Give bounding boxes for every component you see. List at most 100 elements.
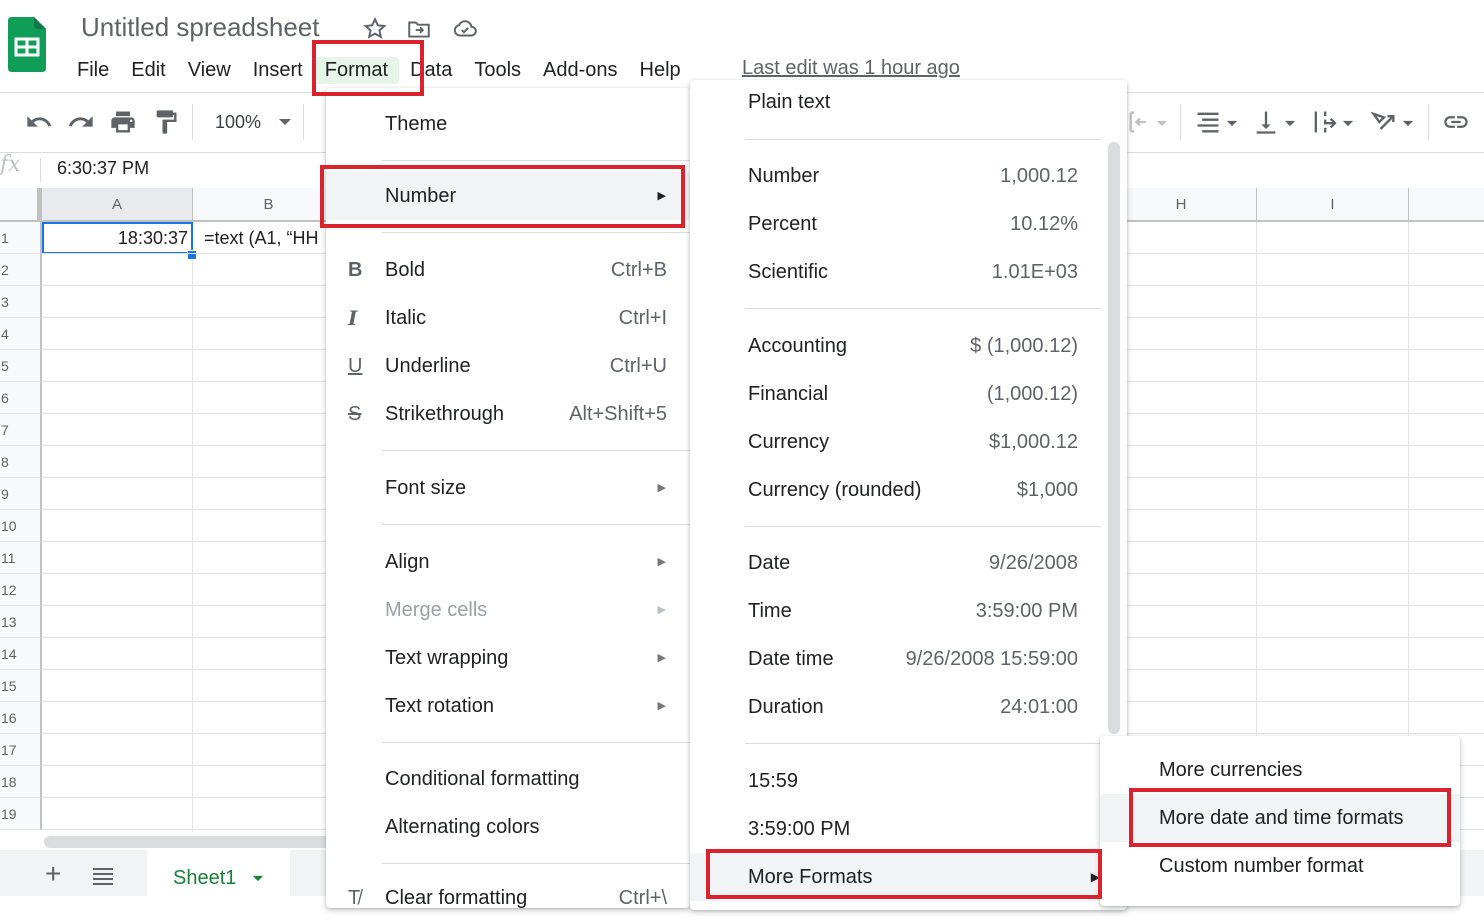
cloud-saved-icon[interactable] [452,16,478,42]
row-header[interactable]: 2 [0,254,42,286]
menu-tools[interactable]: Tools [463,57,532,84]
menu-item-text-rotation[interactable]: Text rotation ▶ [326,682,690,730]
chevron-down-icon[interactable] [1342,120,1354,127]
all-sheets-icon[interactable] [92,866,114,886]
number-item-recent-2[interactable]: 3:59:00 PM [690,805,1100,853]
vertical-align-icon[interactable] [1252,108,1280,136]
chevron-down-icon[interactable] [1402,120,1414,127]
row-header[interactable]: 17 [0,734,42,766]
row-header[interactable]: 3 [0,286,42,318]
row-header[interactable]: 19 [0,798,42,830]
menu-item-bold[interactable]: B Bold Ctrl+B [326,246,690,294]
row-header[interactable]: 18 [0,766,42,798]
column-header-h[interactable]: H [1106,188,1257,222]
row-header[interactable]: 1 [0,222,42,254]
undo-icon[interactable] [25,108,53,136]
chevron-down-icon[interactable] [278,118,292,126]
number-item-accounting[interactable]: Accounting $ (1,000.12) [690,322,1100,370]
row-header[interactable]: 12 [0,574,42,606]
more-item-currencies[interactable]: More currencies [1100,746,1460,794]
column-header-i[interactable]: I [1257,188,1409,222]
column-header-a[interactable]: A [42,188,193,222]
row-header[interactable]: 5 [0,350,42,382]
more-item-custom-number-format[interactable]: Custom number format [1100,842,1460,890]
redo-icon[interactable] [67,108,95,136]
fill-handle[interactable] [187,250,197,260]
menu-item-number[interactable]: Number ▶ [326,172,690,220]
add-sheet-button[interactable]: + [45,860,61,888]
star-icon[interactable] [362,16,388,42]
number-item-currency-rounded[interactable]: Currency (rounded) $1,000 [690,466,1100,514]
menu-item-font-size[interactable]: Font size ▶ [326,464,690,512]
number-item-date-time[interactable]: Date time 9/26/2008 15:59:00 [690,635,1100,683]
sheet-tab-sheet1[interactable]: Sheet1 [147,850,290,896]
row-header[interactable]: 16 [0,702,42,734]
row-header[interactable]: 4 [0,318,42,350]
menu-item-clear-formatting[interactable]: T̸ Clear formatting Ctrl+\ [326,874,690,922]
number-item-percent[interactable]: Percent 10.12% [690,200,1100,248]
horizontal-scrollbar[interactable] [44,836,334,848]
number-item-date[interactable]: Date 9/26/2008 [690,539,1100,587]
menu-help[interactable]: Help [629,57,692,84]
number-item-recent-1[interactable]: 15:59 [690,757,1100,805]
last-edit-link[interactable]: Last edit was 1 hour ago [742,57,960,80]
row-header[interactable]: 15 [0,670,42,702]
column-header-b[interactable]: B [193,188,345,222]
paint-format-icon[interactable] [152,108,180,136]
more-item-date-time-formats[interactable]: More date and time formats [1100,794,1460,842]
menu-item-strikethrough[interactable]: S Strikethrough Alt+Shift+5 [326,390,690,438]
number-item-time[interactable]: Time 3:59:00 PM [690,587,1100,635]
more-formats-submenu: More currencies More date and time forma… [1100,736,1460,906]
chevron-down-icon[interactable] [1226,120,1238,127]
zoom-select[interactable]: 100% [215,112,261,133]
row-header[interactable]: 13 [0,606,42,638]
row-header[interactable]: 11 [0,542,42,574]
text-wrapping-icon[interactable] [1310,108,1338,136]
submenu-scrollbar[interactable] [1108,142,1120,734]
text-direction-icon[interactable] [1126,108,1154,136]
menu-view[interactable]: View [177,57,242,84]
menu-item-alternating-colors[interactable]: Alternating colors [326,803,690,851]
chevron-down-icon[interactable] [252,875,264,882]
row-header[interactable]: 6 [0,382,42,414]
menu-item-italic[interactable]: I Italic Ctrl+I [326,294,690,342]
text-rotation-icon[interactable] [1370,108,1398,136]
menu-addons[interactable]: Add-ons [532,57,629,84]
horizontal-align-icon[interactable] [1194,108,1222,136]
move-folder-icon[interactable] [406,16,432,42]
number-item-plain-text[interactable]: Plain text [690,78,1100,126]
menu-item-align[interactable]: Align ▶ [326,538,690,586]
menu-edit[interactable]: Edit [120,57,176,84]
menu-format[interactable]: Format [313,56,400,84]
row-header[interactable]: 8 [0,446,42,478]
menu-item-conditional-formatting[interactable]: Conditional formatting [326,755,690,803]
print-icon[interactable] [109,108,137,136]
formula-bar-input[interactable]: 6:30:37 PM [57,158,149,179]
column-header-j[interactable] [1409,188,1484,222]
menu-item-text-wrapping[interactable]: Text wrapping ▶ [326,634,690,682]
row-header[interactable]: 9 [0,478,42,510]
chevron-down-icon[interactable] [1284,120,1296,127]
menu-item-theme[interactable]: Theme [326,100,690,148]
menu-insert[interactable]: Insert [242,57,314,84]
number-item-scientific[interactable]: Scientific 1.01E+03 [690,248,1100,296]
chevron-down-icon[interactable] [1156,120,1168,127]
menu-item-underline[interactable]: U Underline Ctrl+U [326,342,690,390]
cell-a1[interactable]: 18:30:37 [42,222,193,254]
row-header[interactable]: 7 [0,414,42,446]
number-item-more-formats[interactable]: More Formats ▶ [690,853,1100,901]
number-item-currency[interactable]: Currency $1,000.12 [690,418,1100,466]
link-icon[interactable] [1442,108,1470,136]
menu-item-merge-cells[interactable]: Merge cells ▶ [326,586,690,634]
number-item-financial[interactable]: Financial (1,000.12) [690,370,1100,418]
cell-b1[interactable]: =text (A1, “HH [204,222,319,254]
document-title[interactable]: Untitled spreadsheet [81,12,319,43]
row-header[interactable]: 10 [0,510,42,542]
number-item-duration[interactable]: Duration 24:01:00 [690,683,1100,731]
select-all-corner[interactable] [0,188,42,222]
menu-data[interactable]: Data [399,57,463,84]
menu-file[interactable]: File [66,57,120,84]
sheets-logo-icon[interactable] [8,17,46,72]
row-header[interactable]: 14 [0,638,42,670]
number-item-number[interactable]: Number 1,000.12 [690,152,1100,200]
